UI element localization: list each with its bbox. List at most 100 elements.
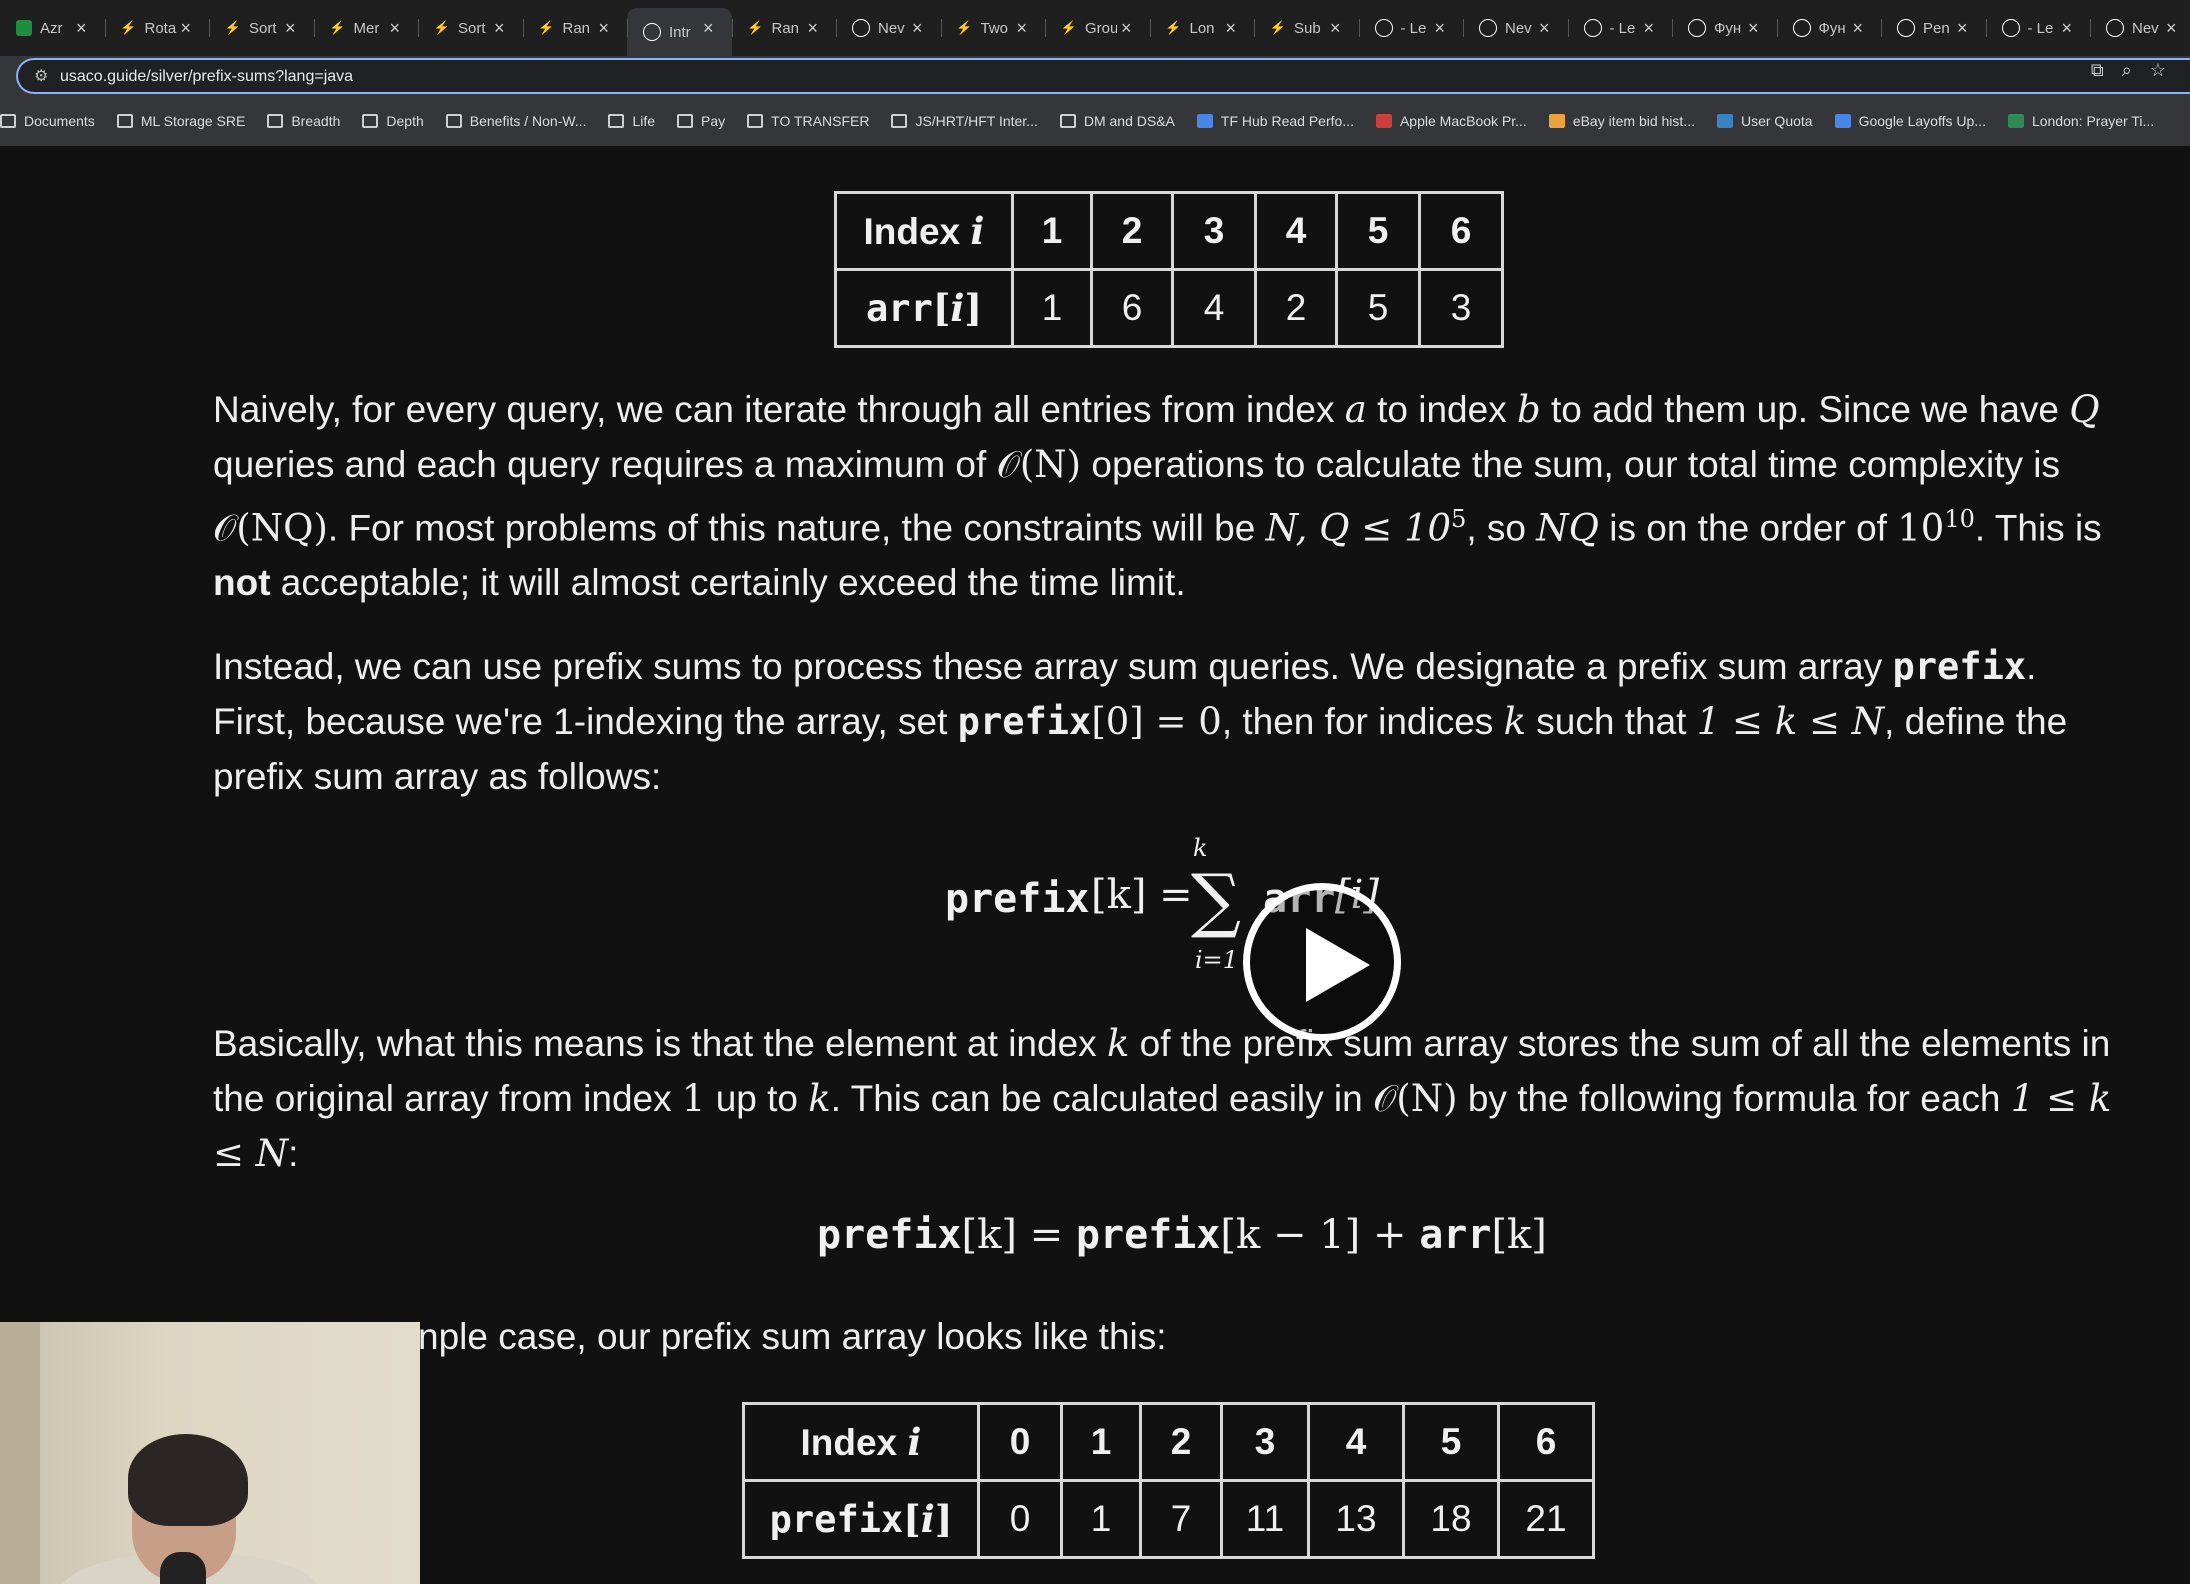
close-tab-icon[interactable]: × (76, 18, 87, 39)
tab[interactable]: ⚡ Sort × (209, 8, 314, 48)
bookmark-item[interactable]: DM and DS&A (1059, 113, 1175, 129)
bookmark-item[interactable]: JS/HRT/HFT Inter... (891, 113, 1038, 129)
close-tab-icon[interactable]: × (1330, 18, 1341, 39)
uk-icon (1688, 19, 1706, 37)
tab-label: Ran (771, 19, 800, 37)
close-tab-icon[interactable]: × (1748, 18, 1759, 39)
bookmark-item[interactable]: Life (608, 113, 655, 129)
bookmark-item[interactable]: Breadth (267, 113, 340, 129)
bookmark-star-icon[interactable]: ☆ (2150, 60, 2166, 81)
tab[interactable]: Pen × (1881, 8, 1986, 48)
usaco-icon (643, 23, 661, 41)
address-bar-row: ⚙ usaco.guide/silver/prefix-sums?lang=ja… (0, 56, 2190, 96)
background-shelf (0, 1322, 40, 1584)
tab-label: Nev (878, 19, 905, 37)
site-info-icon[interactable]: ⚙ (34, 66, 48, 86)
quota-icon (1716, 114, 1733, 128)
close-tab-icon[interactable]: × (389, 18, 400, 39)
tab[interactable]: Nev × (1463, 8, 1568, 48)
bookmark-item[interactable]: Benefits / Non-W... (445, 113, 587, 129)
bookmark-item[interactable]: Documents (0, 113, 95, 129)
bookmark-label: Google Layoffs Up... (1858, 113, 1986, 129)
array-table: Index i 123456 arr[i] 164253 (834, 191, 1504, 348)
close-tab-icon[interactable]: × (598, 18, 609, 39)
close-tab-icon[interactable]: × (494, 18, 505, 39)
close-tab-icon[interactable]: × (2166, 18, 2177, 39)
tab[interactable]: Nev × (2090, 8, 2190, 48)
bookmark-item[interactable]: Google Layoffs Up... (1834, 113, 1986, 129)
tab[interactable]: ⚡ Sort × (418, 8, 523, 48)
tab[interactable]: - Le × (1567, 8, 1673, 48)
webcam-overlay (0, 1322, 420, 1584)
table-index-cell: 1 (1011, 191, 1093, 271)
close-tab-icon[interactable]: × (2061, 18, 2072, 39)
close-tab-icon[interactable]: × (703, 18, 714, 39)
tab-label: Rota (144, 19, 177, 37)
bookmark-item[interactable]: Apple MacBook Pr... (1375, 113, 1527, 129)
openai-icon (1479, 19, 1497, 37)
bookmark-item[interactable]: TO TRANSFER (747, 113, 869, 129)
tab[interactable]: ⚡ Ran × (522, 8, 628, 48)
tab[interactable]: ⚡ Grou × (1045, 8, 1150, 48)
tab[interactable]: ⚡ Lon × (1149, 8, 1255, 48)
folder-icon (677, 114, 694, 128)
bookmark-item[interactable]: TF Hub Read Perfo... (1196, 113, 1354, 129)
bookmark-item[interactable]: eBay item bid hist... (1548, 113, 1695, 129)
tab[interactable]: Фун × (1672, 8, 1777, 48)
close-tab-icon[interactable]: × (1225, 18, 1236, 39)
close-tab-icon[interactable]: × (912, 18, 923, 39)
close-tab-icon[interactable]: × (285, 18, 296, 39)
install-app-icon[interactable]: ⧉ (2091, 60, 2104, 81)
tab[interactable]: - Le × (1358, 8, 1464, 48)
tab-label: Intr (669, 23, 691, 41)
play-video-button[interactable] (1243, 883, 1401, 1041)
bookmark-item[interactable]: Depth (362, 113, 424, 129)
bookmark-label: DM and DS&A (1083, 113, 1175, 129)
tab[interactable]: ⚡ Two × (940, 8, 1046, 48)
code-icon: ⚡ (956, 20, 973, 35)
bookmark-item[interactable]: User Quota (1716, 113, 1813, 129)
tab[interactable]: Intr × (627, 8, 732, 56)
tab[interactable]: ⚡ Ran × (731, 8, 837, 48)
docs-icon (1834, 114, 1851, 128)
tab-strip: + Azr × ⚡ Rota × ⚡ Sort × ⚡ Mer × ⚡ Sort × ⚡ Ran × Intr × ⚡ R… (0, 0, 2190, 56)
close-tab-icon[interactable]: × (1643, 18, 1654, 39)
paragraph-naive: Naively, for every query, we can iterate… (213, 388, 2102, 604)
tab-label: - Le (1400, 19, 1427, 37)
zoom-icon[interactable]: ⌕ (2122, 60, 2132, 81)
bookmark-item[interactable]: Pay (677, 113, 725, 129)
leetcode-icon (1897, 19, 1915, 37)
table-index-cell: 5 (1335, 191, 1421, 271)
close-tab-icon[interactable]: × (1434, 18, 1445, 39)
tab[interactable]: ⚡ Sub × (1254, 8, 1359, 48)
close-tab-icon[interactable]: × (180, 18, 191, 39)
table-index-cell: 6 (1418, 191, 1504, 271)
close-tab-icon[interactable]: × (807, 18, 818, 39)
bookmark-item[interactable]: London: Prayer Ti... (2007, 113, 2154, 129)
close-tab-icon[interactable]: × (1957, 18, 1968, 39)
uk-icon (1792, 19, 1811, 37)
url-text[interactable]: usaco.guide/silver/prefix-sums?lang=java (60, 68, 353, 86)
table-value-cell: 11 (1220, 1479, 1310, 1559)
table-header-cell: Index i (742, 1402, 980, 1482)
close-tab-icon[interactable]: × (1852, 18, 1863, 39)
tab[interactable]: Nev × (836, 8, 941, 48)
tab[interactable]: Фун × (1776, 8, 1882, 48)
bookmark-label: eBay item bid hist... (1572, 113, 1695, 129)
table-value-cell: 3 (1418, 268, 1504, 348)
close-tab-icon[interactable]: × (1121, 18, 1132, 39)
bookmark-label: Benefits / Non-W... (469, 113, 587, 129)
folder-icon (362, 114, 379, 128)
tab[interactable]: ⚡ Mer × (313, 8, 419, 48)
tab[interactable]: + Azr × (0, 8, 105, 48)
close-tab-icon[interactable]: × (1539, 18, 1550, 39)
tab[interactable]: ⚡ Rota × (104, 8, 210, 48)
bookmark-label: TO TRANSFER (771, 113, 870, 129)
person-hair (128, 1434, 248, 1526)
folder-icon (608, 114, 625, 128)
tab[interactable]: - Le × (1985, 8, 2091, 48)
omnibox[interactable]: ⚙ usaco.guide/silver/prefix-sums?lang=ja… (18, 60, 2190, 92)
folder-icon (747, 114, 764, 128)
bookmark-item[interactable]: ML Storage SRE (116, 113, 245, 129)
close-tab-icon[interactable]: × (1016, 18, 1027, 39)
